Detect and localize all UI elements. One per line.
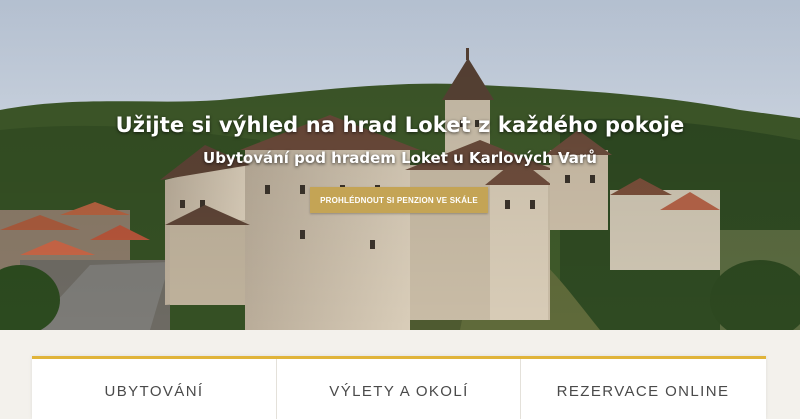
hero-headline: Užijte si výhled na hrad Loket z každého… — [0, 113, 800, 137]
card-vylety[interactable]: VÝLETY A OKOLÍ — [276, 359, 521, 419]
card-rezervace[interactable]: REZERVACE ONLINE — [520, 359, 765, 419]
section-cards-panel: UBYTOVÁNÍ VÝLETY A OKOLÍ REZERVACE ONLIN… — [32, 356, 766, 419]
hero-subtitle: Ubytování pod hradem Loket u Karlových V… — [203, 149, 597, 167]
section-links-area: UBYTOVÁNÍ VÝLETY A OKOLÍ REZERVACE ONLIN… — [0, 330, 800, 419]
hero-text-overlay: Užijte si výhled na hrad Loket z každého… — [0, 0, 800, 330]
hero-banner: Užijte si výhled na hrad Loket z každého… — [0, 0, 800, 330]
card-vylety-label: VÝLETY A OKOLÍ — [329, 383, 469, 400]
card-ubytovani[interactable]: UBYTOVÁNÍ — [32, 359, 276, 419]
view-pension-button[interactable]: PROHLÉDNOUT SI PENZION VE SKÁLE — [310, 187, 488, 213]
card-rezervace-label: REZERVACE ONLINE — [556, 383, 730, 400]
hero-headline-text: Užijte si výhled na hrad Loket z — [115, 113, 498, 137]
hero-headline-emphasis: každého pokoje — [497, 113, 685, 137]
card-ubytovani-label: UBYTOVÁNÍ — [104, 383, 204, 400]
